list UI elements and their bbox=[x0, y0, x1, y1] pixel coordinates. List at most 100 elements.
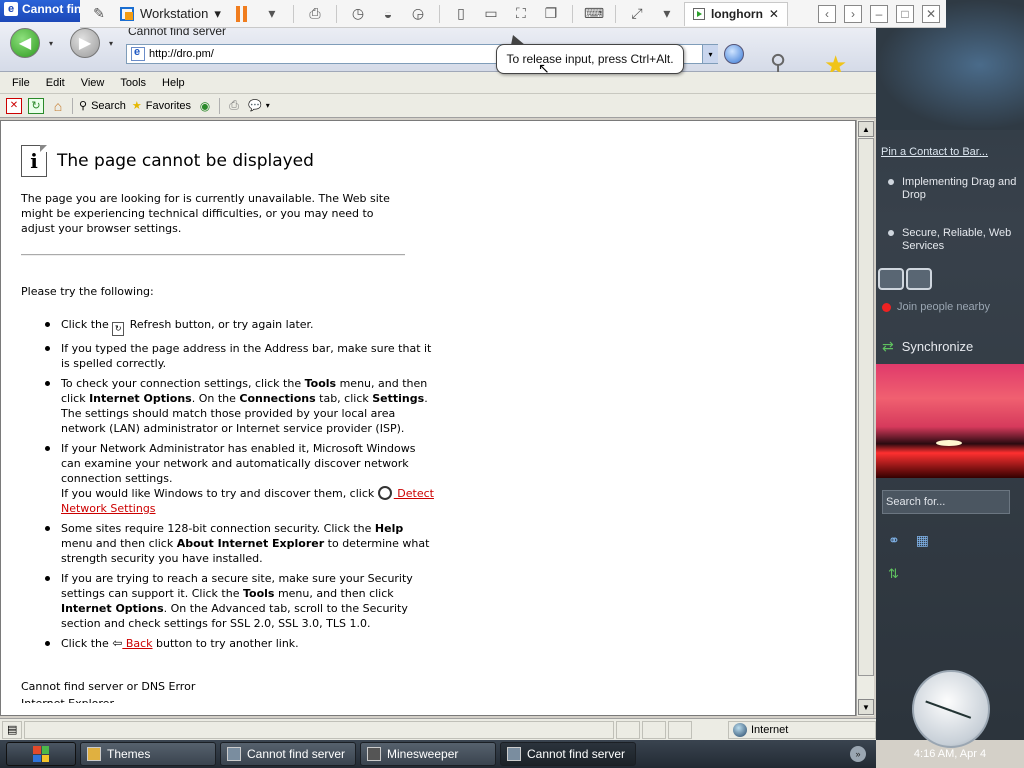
sidebar-icons: ⚭ ▦ bbox=[888, 532, 929, 549]
back-link[interactable]: Back bbox=[122, 637, 153, 650]
list-item: Click the ↻ Refresh button, or try again… bbox=[45, 317, 435, 336]
maximize-icon[interactable]: □ bbox=[896, 4, 914, 23]
globe-icon bbox=[733, 722, 747, 737]
page-icon bbox=[131, 46, 145, 61]
minesweeper-icon bbox=[367, 747, 381, 761]
dns-error-text: Cannot find server or DNS Error bbox=[21, 680, 196, 693]
ie-icon bbox=[507, 747, 521, 761]
stop-icon[interactable]: ✕ bbox=[6, 97, 22, 114]
vm-running-icon bbox=[692, 8, 705, 20]
back-button[interactable]: ◀ bbox=[10, 28, 40, 58]
back-dropdown-icon[interactable]: ▾ bbox=[44, 28, 58, 58]
people-icons bbox=[878, 268, 932, 290]
info-icon: i bbox=[21, 145, 47, 177]
stretch-dropdown-icon[interactable]: ▾ bbox=[654, 3, 680, 25]
ie-app-icon: e bbox=[4, 2, 18, 16]
taskbar-item-cannot-find-server-active[interactable]: Cannot find server bbox=[500, 742, 636, 766]
media-icon[interactable]: ◉ bbox=[197, 98, 213, 114]
workstation-logo-icon bbox=[120, 6, 134, 21]
refresh-page-icon: ↻ bbox=[112, 322, 125, 336]
forward-button[interactable]: ▶ bbox=[70, 28, 100, 58]
list-item: Some sites require 128-bit connection se… bbox=[45, 521, 435, 566]
intro-text: The page you are looking for is currentl… bbox=[21, 192, 390, 235]
revert-snapshot-icon[interactable]: ◒ bbox=[375, 3, 401, 25]
clock-time: 4:16 AM, Apr 4 bbox=[913, 748, 987, 760]
vertical-scrollbar[interactable]: ▲ ▼ bbox=[856, 120, 874, 716]
join-people-nearby[interactable]: Join people nearby bbox=[882, 301, 990, 313]
page-content: i The page cannot be displayed The page … bbox=[0, 120, 856, 716]
chevron-right-icon[interactable]: › bbox=[844, 4, 862, 23]
start-button[interactable] bbox=[6, 742, 76, 766]
home-icon[interactable]: ⌂ bbox=[50, 98, 66, 114]
cube-icon[interactable]: ▦ bbox=[916, 532, 929, 549]
taskbar-item-themes[interactable]: Themes bbox=[80, 742, 216, 766]
star-icon: ★ bbox=[131, 100, 142, 112]
people-sync-icon[interactable]: ⇅ bbox=[888, 566, 899, 581]
scroll-down-icon[interactable]: ▼ bbox=[858, 699, 874, 715]
pin-icon[interactable]: ✎ bbox=[86, 3, 112, 25]
list-item: Click the ⇦ Back button to try another l… bbox=[45, 636, 435, 651]
discuss-button[interactable]: 💬 ▾ bbox=[248, 99, 270, 112]
pin-contact-link[interactable]: Pin a Contact to Bar... bbox=[881, 146, 988, 158]
menu-edit[interactable]: Edit bbox=[38, 77, 73, 89]
vm-tab-longhorn[interactable]: longhorn ✕ bbox=[683, 1, 788, 26]
go-button[interactable] bbox=[724, 44, 744, 64]
taskbar-item-minesweeper[interactable]: Minesweeper bbox=[360, 742, 496, 766]
print-icon[interactable]: ⎙ bbox=[226, 98, 242, 114]
scroll-thumb[interactable] bbox=[858, 138, 874, 676]
windows-logo-icon bbox=[33, 746, 49, 762]
ie-command-bar: ◀ ▾ ▶ ▾ Cannot find server http://dro.pm… bbox=[0, 22, 876, 80]
snapshot-manager-icon[interactable]: ◶ bbox=[405, 3, 431, 25]
discuss-icon: 💬 bbox=[248, 100, 262, 112]
try-heading: Please try the following: bbox=[21, 285, 154, 298]
close-window-icon[interactable]: ✕ bbox=[922, 4, 940, 23]
list-item: If you typed the page address in the Add… bbox=[45, 341, 435, 371]
send-ctrl-alt-del-icon[interactable]: ⎙ bbox=[302, 3, 328, 25]
unity-icon[interactable]: ❐ bbox=[538, 3, 564, 25]
sidebar-search-input[interactable]: Search for... bbox=[882, 490, 1010, 514]
search-button[interactable]: ⚲ Search bbox=[79, 99, 126, 113]
people-icon[interactable] bbox=[906, 268, 932, 290]
pause-icon[interactable] bbox=[229, 3, 255, 25]
taskbar-item-cannot-find-server[interactable]: Cannot find server bbox=[220, 742, 356, 766]
menu-file[interactable]: File bbox=[4, 77, 38, 89]
close-icon[interactable]: ✕ bbox=[769, 7, 779, 21]
fullscreen-icon[interactable]: ⛶ bbox=[508, 3, 534, 25]
people-icon[interactable] bbox=[878, 268, 904, 290]
menu-view[interactable]: View bbox=[73, 77, 113, 89]
menu-bar: File Edit View Tools Help bbox=[0, 72, 876, 94]
tray-chevron-icon[interactable]: » bbox=[850, 746, 866, 762]
refresh-icon[interactable]: ↻ bbox=[28, 97, 44, 114]
sidebar-icons-2: ⇅ bbox=[888, 566, 899, 582]
list-item: To check your connection settings, click… bbox=[45, 376, 435, 436]
pause-dropdown-icon[interactable]: ▾ bbox=[259, 3, 285, 25]
folder-icon bbox=[87, 747, 101, 761]
library-view-icon[interactable]: ▯ bbox=[448, 3, 474, 25]
synchronize-button[interactable]: ⇄ Synchronize bbox=[882, 338, 973, 355]
console-icon[interactable]: ⌨ bbox=[581, 3, 607, 25]
chevron-left-icon[interactable]: ‹ bbox=[818, 4, 836, 23]
favorites-button[interactable]: ★ Favorites bbox=[131, 99, 191, 113]
divider bbox=[21, 254, 405, 256]
forward-dropdown-icon[interactable]: ▾ bbox=[104, 28, 118, 58]
menu-help[interactable]: Help bbox=[154, 77, 193, 89]
sidebar-item-drag-drop[interactable]: Implementing Drag and Drop bbox=[888, 176, 1018, 202]
link-icon[interactable]: ⚭ bbox=[888, 532, 900, 549]
snapshot-icon[interactable]: ◷ bbox=[345, 3, 371, 25]
menu-tools[interactable]: Tools bbox=[112, 77, 154, 89]
minimize-icon[interactable]: – bbox=[870, 4, 888, 23]
taskbar: Themes Cannot find server Minesweeper Ca… bbox=[0, 740, 876, 768]
heading-text: The page cannot be displayed bbox=[57, 150, 314, 171]
standard-toolbar: ✕ ↻ ⌂ ⚲ Search ★ Favorites ◉ ⎙ 💬 ▾ bbox=[0, 94, 876, 118]
scroll-up-icon[interactable]: ▲ bbox=[858, 121, 874, 137]
workstation-menu[interactable]: Workstation ▾ bbox=[116, 6, 225, 22]
thumbnail-view-icon[interactable]: ▭ bbox=[478, 3, 504, 25]
stretch-icon[interactable]: ⤢ bbox=[624, 3, 650, 25]
slideshow-photo bbox=[876, 364, 1024, 478]
sidebar-item-web-services[interactable]: Secure, Reliable, Web Services bbox=[888, 227, 1018, 253]
clock bbox=[912, 670, 990, 748]
footer-text: Internet Explorer bbox=[21, 696, 835, 703]
address-dropdown-icon[interactable]: ▾ bbox=[702, 45, 718, 63]
status-dot-icon bbox=[882, 302, 891, 312]
status-text bbox=[24, 720, 614, 739]
